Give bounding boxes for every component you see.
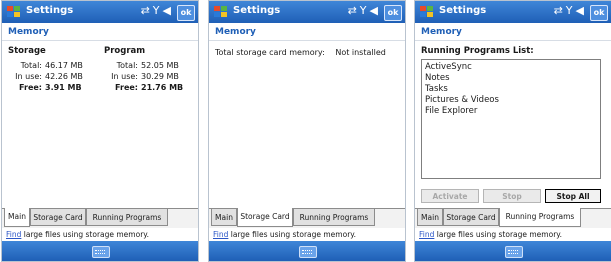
list-item[interactable]: Notes — [425, 73, 597, 84]
find-link[interactable]: Find — [419, 230, 434, 239]
signal-icon[interactable]: Y — [153, 4, 163, 17]
window-title: Settings — [439, 5, 487, 16]
keyboard-icon[interactable] — [505, 246, 523, 258]
window-title: Settings — [26, 5, 74, 16]
tab-main[interactable]: Main — [417, 209, 443, 226]
program-inuse-label: In use: — [111, 72, 138, 81]
tab-main[interactable]: Main — [211, 209, 237, 226]
keyboard-icon[interactable] — [299, 246, 317, 258]
find-text: large files using storage memory. — [434, 230, 563, 239]
tab-running-programs[interactable]: Running Programs — [86, 209, 168, 226]
keyboard-icon[interactable] — [92, 246, 110, 258]
program-column: Program Total: 52.05 MB In use: 30.29 MB F… — [104, 46, 183, 93]
settings-screen-running-programs: Settings ⇄Y◀ ok Memory Running Programs … — [414, 0, 611, 262]
windows-flag-icon[interactable] — [213, 4, 229, 20]
stop-all-button[interactable]: Stop All — [545, 189, 601, 203]
storage-total-label: Total: — [20, 61, 42, 70]
tab-bar: Main Storage Card Running Programs — [2, 208, 198, 228]
storage-free-value: 3.91 MB — [45, 83, 82, 92]
storage-column: Storage Total: 46.17 MB In use: 42.26 MB F… — [8, 46, 83, 93]
program-inuse-value: 30.29 MB — [141, 72, 179, 81]
ok-button[interactable]: ok — [177, 5, 195, 21]
signal-icon[interactable]: Y — [566, 4, 576, 17]
windows-flag-icon[interactable] — [419, 4, 435, 20]
main-tab-content: Storage Total: 46.17 MB In use: 42.26 MB F… — [2, 42, 198, 208]
storage-card-value: Not installed — [335, 48, 386, 57]
windows-flag-icon[interactable] — [6, 4, 22, 20]
storage-inuse-label: In use: — [15, 72, 42, 81]
connectivity-icon[interactable]: ⇄ — [141, 4, 153, 17]
section-title: Memory — [415, 23, 611, 41]
running-list-label: Running Programs List: — [421, 46, 534, 56]
tab-storage-card[interactable]: Storage Card — [443, 209, 499, 226]
title-bar: Settings ⇄Y◀ ok — [209, 1, 405, 23]
menu-bar — [2, 241, 198, 261]
settings-screen-main: Settings ⇄Y◀ ok Memory Storage Total: 46.… — [1, 0, 199, 262]
running-programs-list[interactable]: ActiveSync Notes Tasks Pictures & Videos… — [421, 59, 601, 179]
status-icons[interactable]: ⇄Y◀ — [141, 4, 174, 17]
menu-bar — [415, 241, 611, 261]
title-bar: Settings ⇄Y◀ ok — [415, 1, 611, 23]
section-title: Memory — [2, 23, 198, 41]
program-free-label: Free: — [115, 83, 138, 92]
storage-card-tab-content: Total storage card memory: Not installed — [209, 42, 405, 208]
list-item[interactable]: File Explorer — [425, 106, 597, 117]
tab-running-programs[interactable]: Running Programs — [499, 208, 581, 227]
volume-icon[interactable]: ◀ — [370, 4, 381, 17]
running-programs-tab-content: Running Programs List: ActiveSync Notes … — [415, 42, 611, 208]
tab-main[interactable]: Main — [4, 208, 30, 227]
status-icons[interactable]: ⇄Y◀ — [348, 4, 381, 17]
program-total-label: Total: — [116, 61, 138, 70]
tab-storage-card[interactable]: Storage Card — [237, 208, 293, 227]
find-link[interactable]: Find — [6, 230, 21, 239]
connectivity-icon[interactable]: ⇄ — [348, 4, 360, 17]
program-total-value: 52.05 MB — [141, 61, 179, 70]
find-link[interactable]: Find — [213, 230, 228, 239]
storage-free-label: Free: — [19, 83, 42, 92]
tab-running-programs[interactable]: Running Programs — [293, 209, 375, 226]
activate-button[interactable]: Activate — [421, 189, 479, 203]
ok-button[interactable]: ok — [384, 5, 402, 21]
storage-card-label: Total storage card memory: — [215, 48, 325, 57]
title-bar: Settings ⇄Y◀ ok — [2, 1, 198, 23]
find-text: large files using storage memory. — [21, 230, 150, 239]
list-item[interactable]: Tasks — [425, 84, 597, 95]
signal-icon[interactable]: Y — [360, 4, 370, 17]
list-item[interactable]: ActiveSync — [425, 62, 597, 73]
volume-icon[interactable]: ◀ — [576, 4, 587, 17]
volume-icon[interactable]: ◀ — [163, 4, 174, 17]
ok-button[interactable]: ok — [590, 5, 608, 21]
tab-bar: Main Storage Card Running Programs — [209, 208, 405, 228]
status-icons[interactable]: ⇄Y◀ — [554, 4, 587, 17]
storage-inuse-value: 42.26 MB — [45, 72, 83, 81]
storage-total-value: 46.17 MB — [45, 61, 83, 70]
program-free-value: 21.76 MB — [141, 83, 184, 92]
connectivity-icon[interactable]: ⇄ — [554, 4, 566, 17]
list-item[interactable]: Pictures & Videos — [425, 95, 597, 106]
tab-bar: Main Storage Card Running Programs — [415, 208, 611, 228]
find-text: large files using storage memory. — [228, 230, 357, 239]
section-title: Memory — [209, 23, 405, 41]
menu-bar — [209, 241, 405, 261]
stop-button[interactable]: Stop — [483, 189, 541, 203]
settings-screen-storage-card: Settings ⇄Y◀ ok Memory Total storage car… — [208, 0, 406, 262]
tab-storage-card[interactable]: Storage Card — [30, 209, 86, 226]
storage-heading: Storage — [8, 46, 46, 56]
program-heading: Program — [104, 46, 146, 56]
window-title: Settings — [233, 5, 281, 16]
